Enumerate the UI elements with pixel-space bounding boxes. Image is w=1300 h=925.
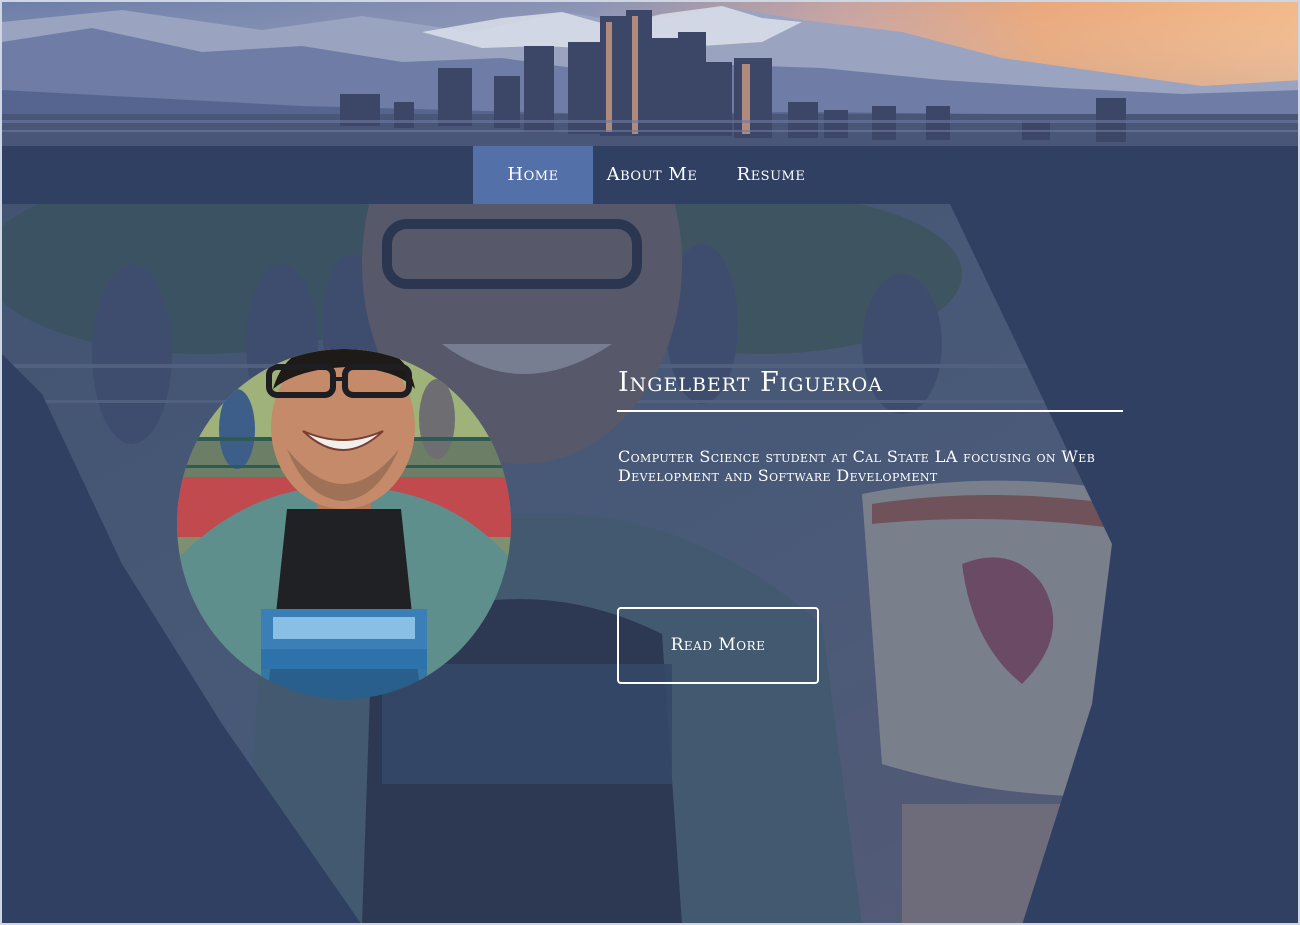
nav-item-resume[interactable]: Resume <box>711 146 831 204</box>
nav-item-home[interactable]: Home <box>473 146 593 204</box>
name-divider <box>617 410 1123 412</box>
city-skyline-image <box>2 2 1298 146</box>
main-nav: Home About Me Resume <box>0 146 1300 204</box>
hero-tagline: Computer Science student at Cal State LA… <box>618 447 1096 485</box>
profile-photo <box>177 349 511 699</box>
hero-name: Ingelbert Figueroa <box>618 367 883 398</box>
nav-items: Home About Me Resume <box>473 146 831 204</box>
read-more-button[interactable]: Read More <box>617 607 819 684</box>
avatar <box>177 349 511 699</box>
header-banner <box>0 0 1300 146</box>
nav-item-about-me[interactable]: About Me <box>593 146 711 204</box>
